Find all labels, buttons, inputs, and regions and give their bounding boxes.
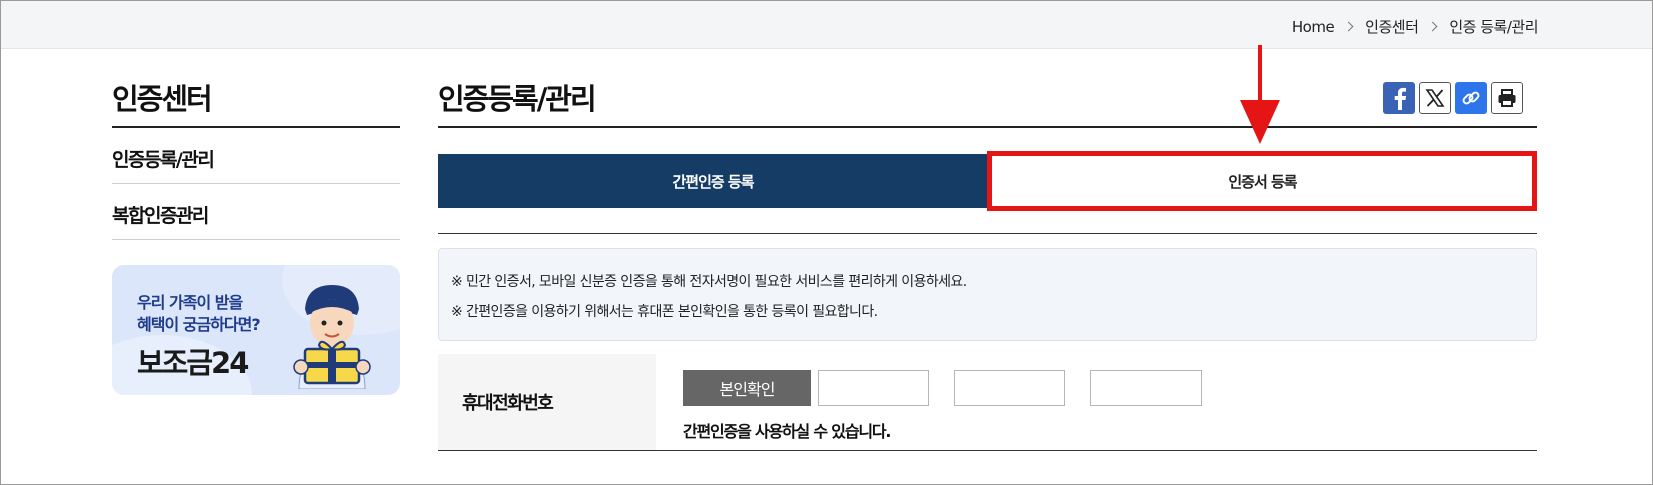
tab-certificate-register[interactable]: 인증서 등록 — [988, 154, 1537, 208]
phone-input-part2[interactable] — [954, 370, 1065, 406]
sidebar-item-composite-auth[interactable]: 복합인증관리 — [112, 184, 400, 240]
phone-input-part3[interactable] — [1090, 370, 1202, 406]
banner-line1: 우리 가족이 받을 — [137, 293, 243, 312]
notice-line: ※ 간편인증을 이용하기 위해서는 휴대폰 본인확인을 통한 등록이 필요합니다… — [451, 304, 878, 320]
tab-simple-auth-register[interactable]: 간편인증 등록 — [438, 154, 988, 208]
breadcrumb-home[interactable]: Home — [1292, 18, 1335, 36]
phone-number-label: 휴대전화번호 — [438, 354, 656, 450]
print-button[interactable] — [1491, 82, 1523, 114]
chevron-right-icon — [1343, 21, 1354, 32]
section-divider — [438, 233, 1537, 234]
link-copy-button[interactable] — [1455, 82, 1487, 114]
link-icon — [1462, 91, 1480, 105]
banner-brand: 보조금24 — [137, 346, 249, 380]
notice-line: ※ 민간 인증서, 모바일 신분증 인증을 통해 전자서명이 필요한 서비스를 … — [451, 274, 967, 290]
status-message: 간편인증을 사용하실 수 있습니다. — [683, 422, 891, 441]
window-frame — [0, 0, 1653, 485]
title-divider — [438, 126, 1537, 128]
phone-input-part1[interactable] — [818, 370, 929, 406]
facebook-share-button[interactable] — [1383, 82, 1415, 114]
print-icon — [1498, 89, 1516, 107]
form-bottom-divider — [438, 450, 1537, 451]
banner-line2: 혜택이 궁금하다면? — [137, 315, 261, 334]
annotation-arrowhead-icon — [1240, 100, 1280, 144]
top-bar: Home 인증센터 인증 등록/관리 — [1, 1, 1652, 49]
mascot-gift-illustration — [293, 285, 371, 389]
chevron-right-icon — [1427, 21, 1438, 32]
x-share-button[interactable] — [1419, 82, 1451, 114]
breadcrumb-level2[interactable]: 인증 등록/관리 — [1449, 16, 1538, 37]
breadcrumb-level1[interactable]: 인증센터 — [1365, 16, 1419, 37]
breadcrumb: Home 인증센터 인증 등록/관리 — [1292, 16, 1539, 37]
identity-verify-button[interactable]: 본인확인 — [683, 370, 811, 406]
page-title: 인증등록/관리 — [438, 82, 597, 116]
facebook-icon — [1394, 87, 1406, 110]
subsidy24-banner[interactable]: 우리 가족이 받을 혜택이 궁금하다면? 보조금24 — [112, 265, 400, 395]
x-icon — [1425, 89, 1445, 107]
sidebar-item-register-manage[interactable]: 인증등록/관리 — [112, 128, 400, 184]
notice-box: ※ 민간 인증서, 모바일 신분증 인증을 통해 전자서명이 필요한 서비스를 … — [438, 248, 1537, 341]
sidebar-title: 인증센터 — [112, 82, 213, 116]
